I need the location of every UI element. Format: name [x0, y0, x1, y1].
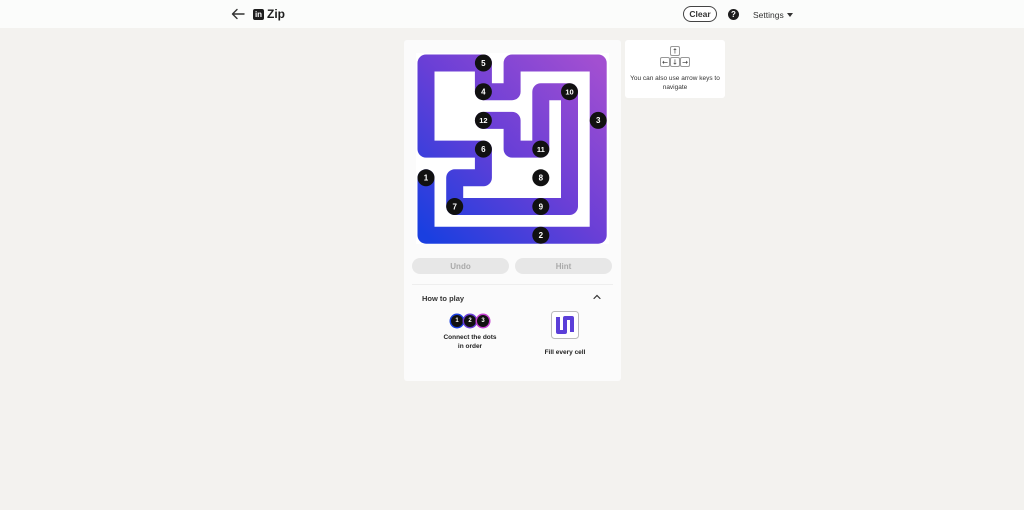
number-dot-9[interactable]: 9: [532, 198, 550, 215]
dot-label: 1: [424, 174, 429, 183]
settings-label: Settings: [753, 10, 784, 20]
dot-label: 8: [539, 174, 544, 183]
tip-connect-text: Connect the dots in order: [443, 334, 497, 350]
number-dot-7[interactable]: 7: [446, 198, 464, 215]
dot-label: 6: [481, 145, 486, 154]
dot-label: 7: [452, 202, 457, 211]
dot-label: 2: [539, 231, 544, 240]
number-dot-2[interactable]: 2: [532, 226, 550, 244]
number-dot-6[interactable]: 6: [474, 140, 492, 158]
dot-label: 9: [539, 202, 544, 211]
keyboard-tip-card: ↑ ← ↓ → You can also use arrow keys to n…: [625, 40, 725, 98]
game-title: Zip: [267, 7, 285, 21]
chevron-up-icon: [593, 294, 601, 300]
dot-label: 12: [479, 116, 487, 125]
linkedin-logo-icon: in: [253, 8, 264, 20]
arrow-left-icon: [231, 8, 245, 20]
undo-button[interactable]: Undo: [412, 258, 509, 274]
clear-button[interactable]: Clear: [683, 6, 717, 22]
arrow-keys-icon: ↑ ← ↓ →: [660, 46, 690, 67]
number-dot-8[interactable]: 8: [532, 169, 550, 187]
tip-fill-cells: Fill every cell: [529, 311, 601, 357]
brand: in Zip: [253, 7, 285, 21]
number-dot-10[interactable]: 10: [561, 83, 578, 101]
how-to-play-title: How to play: [422, 294, 465, 303]
mini-dot: 2: [464, 315, 476, 327]
dot-label: 5: [481, 59, 486, 68]
settings-button[interactable]: Settings: [753, 10, 793, 20]
top-bar: in Zip Clear ? Settings: [0, 0, 1024, 28]
number-dot-1[interactable]: 1: [417, 169, 435, 187]
dot-label: 11: [537, 145, 545, 154]
keyboard-tip-text: You can also use arrow keys to navigate: [630, 75, 720, 91]
number-dot-12[interactable]: 12: [474, 111, 492, 129]
fill-grid-icon: [551, 311, 579, 339]
tip-connect-dots: 1 2 3 Connect the dots in order: [440, 315, 500, 351]
controls-row: Undo Hint: [412, 258, 612, 274]
question-icon: ?: [731, 10, 736, 19]
tip-fill-text: Fill every cell: [544, 349, 586, 356]
key-up: ↑: [672, 48, 678, 56]
number-dot-5[interactable]: 5: [474, 54, 492, 72]
dot-label: 10: [565, 88, 573, 97]
key-right: →: [682, 59, 688, 67]
back-button[interactable]: [230, 6, 246, 22]
mini-dot: 1: [451, 315, 463, 327]
help-button[interactable]: ?: [728, 9, 739, 20]
how-to-play-panel: How to play 1 2 3 Connect the dots in or…: [412, 284, 613, 372]
game-board[interactable]: 123456789101112: [416, 53, 609, 244]
how-to-play-toggle[interactable]: How to play: [412, 287, 613, 307]
dot-label: 4: [481, 88, 486, 97]
number-dot-3[interactable]: 3: [589, 111, 607, 129]
game-card: 1 2 3 4 5 6 7 8 9 10 11 12 Undo Hint How to play 1 …: [404, 40, 621, 381]
mini-dots: 1 2 3: [440, 315, 500, 327]
number-dot-11[interactable]: 11: [532, 140, 550, 158]
dot-label: 3: [596, 116, 601, 125]
key-left: ←: [662, 59, 668, 67]
caret-down-icon: [786, 13, 793, 17]
hint-button[interactable]: Hint: [515, 258, 612, 274]
mini-dot: 3: [477, 315, 489, 327]
number-dot-4[interactable]: 4: [474, 83, 492, 101]
key-down: ↓: [672, 59, 678, 67]
